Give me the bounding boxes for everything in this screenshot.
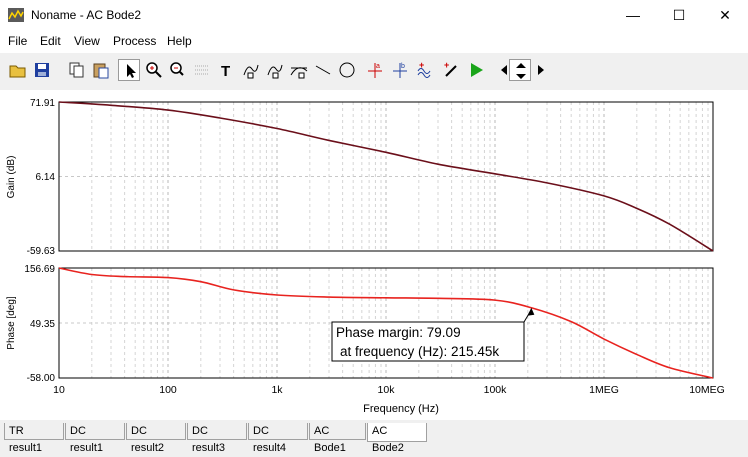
add-wave-icon[interactable]: + — [414, 59, 436, 81]
tab-dc-result2[interactable]: DC result2 — [126, 423, 186, 454]
x-tick-label: 100k — [484, 384, 508, 396]
x-tick-label: 1MEG — [589, 384, 619, 396]
curve-tool2-icon[interactable] — [264, 59, 286, 81]
annotation-line2: at frequency (Hz): 215.45k — [340, 344, 499, 359]
phase-ytick-top: 156.69 — [24, 264, 55, 275]
tab-ac-bode1[interactable]: AC Bode1 — [309, 423, 366, 454]
tab-tr-result1[interactable]: TR result1 — [4, 423, 64, 454]
gain-ytick-mid: 6.14 — [36, 172, 56, 183]
toolbar: T a b + + — [0, 56, 748, 86]
x-tick-label: 1k — [271, 384, 283, 396]
x-tick-label: 10k — [378, 384, 396, 396]
tab-ac-bode2[interactable]: AC Bode2 — [367, 423, 427, 454]
result-tabs: TR result1 DC result1 DC result2 DC resu… — [0, 421, 748, 454]
zoom-100-icon[interactable] — [167, 59, 189, 81]
tab-dc-result3[interactable]: DC result3 — [187, 423, 247, 454]
menu-bar: File Edit View Process Help — [0, 31, 748, 53]
save-icon[interactable] — [31, 59, 53, 81]
menu-file[interactable]: File — [8, 34, 27, 48]
text-icon[interactable]: T — [216, 59, 238, 81]
select-arrow-icon[interactable] — [118, 59, 140, 81]
menu-edit[interactable]: Edit — [40, 34, 61, 48]
menu-help[interactable]: Help — [167, 34, 192, 48]
scroll-right-icon[interactable] — [530, 59, 552, 81]
app-icon — [8, 8, 24, 22]
minimize-button[interactable]: — — [610, 0, 656, 31]
x-tick-labels: 10 100 1k 10k 100k 1MEG 10MEG — [53, 384, 725, 396]
circle-icon[interactable] — [336, 59, 358, 81]
cursor-b-icon[interactable]: b — [389, 59, 411, 81]
svg-text:a: a — [376, 63, 380, 70]
scroll-updown-icon[interactable] — [509, 59, 531, 81]
copy-icon[interactable] — [66, 59, 88, 81]
line-icon[interactable] — [312, 59, 334, 81]
open-icon[interactable] — [7, 59, 29, 81]
svg-text:b: b — [401, 63, 405, 70]
paste-icon[interactable] — [90, 59, 112, 81]
gain-ylabel: Gain (dB) — [6, 156, 17, 199]
cursor-a-icon[interactable]: a — [364, 59, 386, 81]
curve-tool-icon[interactable] — [240, 59, 262, 81]
menu-process[interactable]: Process — [113, 34, 156, 48]
phase-ytick-bottom: -58.00 — [27, 373, 56, 384]
gain-ytick-bottom: -59.63 — [27, 246, 56, 257]
tab-dc-result4[interactable]: DC result4 — [248, 423, 308, 454]
tangent-icon[interactable] — [288, 59, 310, 81]
x-axis-label: Frequency (Hz) — [363, 403, 439, 415]
title-bar: Noname - AC Bode2 — ☐ ✕ — [0, 0, 748, 31]
bode-plot-svg[interactable]: Gain (dB) Phase [deg] 71.91 6.14 -59.63 … — [0, 90, 748, 420]
tab-dc-result1[interactable]: DC result1 — [65, 423, 125, 454]
svg-text:+: + — [419, 61, 424, 70]
phase-margin-annotation: Phase margin: 79.09 at frequency (Hz): 2… — [331, 307, 535, 362]
menu-view[interactable]: View — [74, 34, 100, 48]
annotation-line1: Phase margin: 79.09 — [336, 325, 461, 340]
x-tick-label: 10 — [53, 384, 65, 396]
gain-ytick-top: 71.91 — [30, 98, 55, 109]
x-tick-label: 10MEG — [689, 384, 725, 396]
grid-icon[interactable] — [191, 59, 213, 81]
svg-text:T: T — [221, 63, 230, 79]
svg-text:+: + — [444, 61, 449, 70]
run-icon[interactable] — [465, 59, 487, 81]
phase-ytick-mid: 49.35 — [30, 319, 55, 330]
window-title: Noname - AC Bode2 — [31, 8, 142, 22]
add-probe-icon[interactable]: + — [440, 59, 462, 81]
bode-plot-area[interactable]: Gain (dB) Phase [deg] 71.91 6.14 -59.63 … — [0, 90, 748, 420]
zoom-in-icon[interactable] — [143, 59, 165, 81]
maximize-button[interactable]: ☐ — [656, 0, 702, 31]
x-tick-label: 100 — [159, 384, 177, 396]
close-button[interactable]: ✕ — [702, 0, 748, 31]
phase-ylabel: Phase [deg] — [6, 296, 17, 350]
